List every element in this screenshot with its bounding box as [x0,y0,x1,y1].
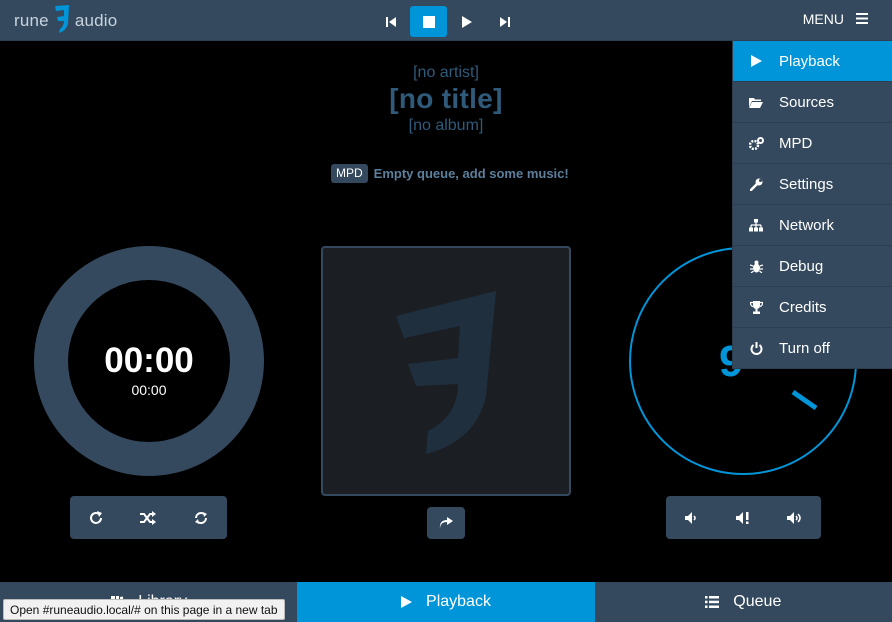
menu-item-label: Debug [779,257,824,275]
play-icon [401,596,413,608]
previous-button[interactable] [372,6,409,37]
menu-item-network[interactable]: Network [733,205,892,246]
share-button[interactable] [427,507,465,539]
menu-item-label: Playback [779,52,840,70]
play-button[interactable] [448,6,485,37]
list-icon [705,596,720,608]
logo[interactable]: rune audio [14,4,118,39]
top-bar: rune audio MENU [0,0,892,41]
volume-down-button[interactable] [666,496,718,539]
volume-pointer [791,389,818,411]
menu-item-label: Turn off [779,339,830,357]
volume-controls [666,496,821,539]
single-icon [194,511,207,524]
volume-down-icon [684,511,696,524]
bug-icon [733,260,779,273]
tab-queue[interactable]: Queue [594,582,892,622]
menu-item-playback[interactable]: Playback [733,41,892,82]
cover-art [321,246,571,496]
elapsed-time: 00:00 [104,341,194,380]
stop-button[interactable] [410,6,447,37]
volume-up-icon [787,511,801,524]
shuffle-icon [140,510,157,525]
tab-label: Queue [733,593,782,610]
playback-options [70,496,227,539]
menu-label: MENU [802,11,844,27]
rune-logo-icon [53,4,71,39]
menu-item-label: Sources [779,93,835,111]
menu-item-label: Credits [779,298,827,316]
menu-button[interactable]: MENU [803,11,868,27]
mute-icon [735,511,748,524]
link-tooltip: Open #runeaudio.local/# on this page in … [3,599,285,620]
stop-icon [422,15,435,28]
mpd-badge: MPD [331,164,368,183]
play-icon [733,55,779,67]
trophy-icon [733,300,779,314]
logo-text-audio: audio [74,11,118,30]
total-time: 00:00 [131,382,167,398]
power-icon [733,341,779,355]
repeat-icon [90,510,103,524]
folder-icon [733,97,779,108]
menu-item-mpd[interactable]: MPD [733,123,892,164]
status-message: Empty queue, add some music! [373,166,569,181]
main-menu-dropdown: Playback Sources MPD Settings Network De… [732,41,892,369]
menu-item-label: Network [779,216,835,234]
menu-item-sources[interactable]: Sources [733,82,892,123]
menu-item-debug[interactable]: Debug [733,246,892,287]
transport-controls [372,6,524,37]
tab-label: Playback [426,593,491,610]
volume-up-button[interactable] [769,496,821,539]
menu-item-label: MPD [779,134,813,152]
queue-status: MPD Empty queue, add some music! [331,164,569,183]
play-icon [461,15,472,28]
menu-item-settings[interactable]: Settings [733,164,892,205]
hamburger-icon [856,11,868,27]
next-button[interactable] [486,6,523,37]
logo-text-rune: rune [14,11,49,30]
cogs-icon [733,136,779,150]
repeat-button[interactable] [70,496,122,539]
sitemap-icon [733,218,779,232]
time-knob[interactable]: 00:00 00:00 [34,246,264,476]
single-button[interactable] [175,496,227,539]
menu-item-label: Settings [779,175,834,193]
share-icon [439,517,453,529]
mute-button[interactable] [718,496,770,539]
rune-watermark-icon [396,291,496,454]
menu-item-turn-off[interactable]: Turn off [733,328,892,369]
next-icon [499,16,510,27]
menu-item-credits[interactable]: Credits [733,287,892,328]
tab-playback[interactable]: Playback [297,582,595,622]
wrench-icon [733,178,779,191]
previous-icon [385,16,396,27]
shuffle-button[interactable] [122,496,174,539]
